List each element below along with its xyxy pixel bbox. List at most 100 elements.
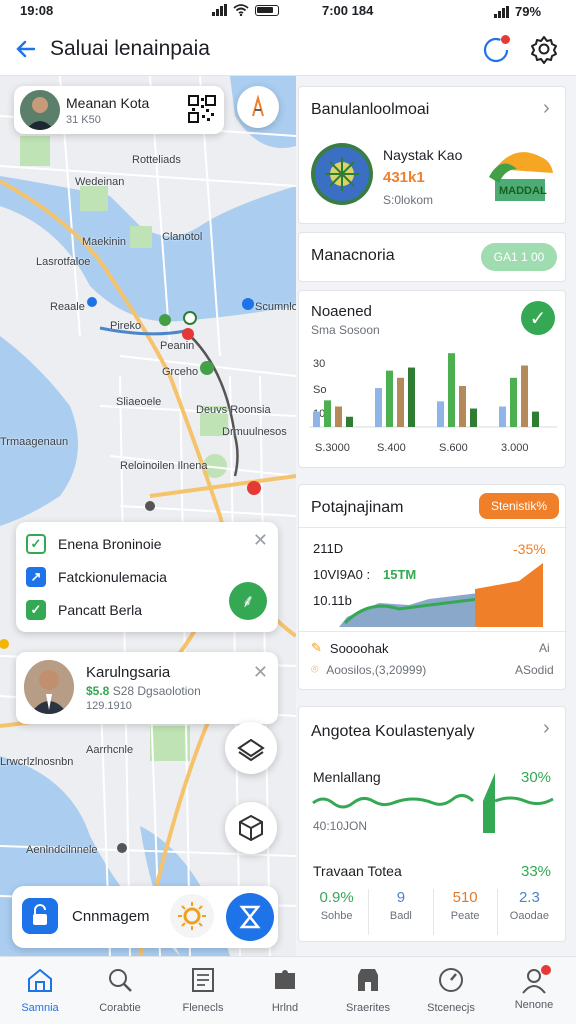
chart-bar <box>470 408 477 427</box>
box-icon <box>239 814 263 842</box>
close-icon[interactable]: ✕ <box>253 662 268 683</box>
map-label: Lasrotfaloe <box>36 256 91 268</box>
map-label: Maekinin <box>82 236 127 248</box>
status-icons-left <box>212 4 279 16</box>
checklist-item[interactable]: ✓ Enena Broninoie <box>26 534 162 554</box>
checklist-label: Pancatt Berla <box>58 602 143 618</box>
check-circle-icon[interactable]: ✓ <box>521 301 555 335</box>
nav-item-speed[interactable]: Stcenecjs <box>411 963 491 1014</box>
status-badge[interactable]: GA1 1 00 <box>481 243 557 271</box>
x-tick-label: S.3000 <box>315 442 350 454</box>
map-label: Peanin <box>160 340 195 352</box>
panel-value: 431k1 <box>383 169 425 186</box>
nav-item-search[interactable]: Corabtie <box>80 963 160 1014</box>
person-sub: 129.1910 <box>86 700 132 712</box>
chart-bar <box>499 406 506 427</box>
chevron-right-icon[interactable]: › <box>543 717 550 740</box>
action-bar-label: Cnnmagem <box>72 908 150 925</box>
nav-label: Flenecls <box>182 1002 224 1014</box>
hourglass-button[interactable] <box>226 893 274 941</box>
back-arrow-icon[interactable] <box>12 35 40 63</box>
lock-icon <box>33 904 47 925</box>
chart-bar <box>448 353 455 427</box>
nav-item-store[interactable]: Sraerites <box>328 963 408 1014</box>
nav-label: Hrlnd <box>271 1002 299 1014</box>
leaf-action-button[interactable]: ⸙ <box>229 582 267 620</box>
category-panel[interactable]: Manacnoria GA1 1 00 <box>298 232 566 282</box>
signal-icon <box>494 5 509 18</box>
map-label: Trmaagenaun <box>0 436 69 448</box>
compass-button[interactable] <box>237 86 279 128</box>
map-label: Clanotol <box>162 231 203 243</box>
x-tick-label: S.600 <box>439 442 468 454</box>
box-button[interactable] <box>225 802 277 854</box>
chart-bar <box>510 377 517 427</box>
chart-bar <box>313 411 320 427</box>
profile-card[interactable]: Meanan Kota 31 K50 <box>14 86 224 134</box>
lock-button[interactable] <box>22 898 58 934</box>
panel-sub: S:0lokom <box>383 193 434 207</box>
settings-gear-icon[interactable] <box>528 33 560 65</box>
chart-bar <box>437 401 444 427</box>
stat-value: 510 <box>452 889 478 906</box>
nav-item-home[interactable]: Samnia <box>0 963 80 1014</box>
sun-icon <box>178 902 206 930</box>
x-tick-label: 3.000 <box>501 442 529 454</box>
nav-label: Samnia <box>21 1002 59 1014</box>
map-label: Aenlndcilnnele <box>26 844 98 856</box>
map-label: Grceho <box>162 366 199 378</box>
nav-item-plugins[interactable]: Hrlnd <box>245 963 325 1014</box>
person-card[interactable]: Karulngsaria $5.8 S28 Dgsaolotion 129.19… <box>16 652 278 724</box>
notification-dot <box>501 35 510 44</box>
layers-button[interactable] <box>225 722 277 774</box>
leaf-icon: ⸙ <box>241 591 255 611</box>
stat-label: Oaodae <box>509 910 549 922</box>
profile-sub: 31 K50 <box>66 114 101 126</box>
stat-item: 510 Peate <box>434 889 498 935</box>
check-icon: ✓ <box>26 534 46 554</box>
map-label: Aarrhcnle <box>86 744 134 756</box>
bar-chart: 30So10S.3000S.400S.6003.000 <box>309 353 557 454</box>
analytics-panel[interactable]: Angotea Koulastenyaly › Menlallang 30% 4… <box>298 706 566 942</box>
nav-label: Sraerites <box>345 1002 391 1014</box>
chevron-right-icon[interactable]: › <box>543 97 550 120</box>
status-bar: 19:08 7:00 184 79% <box>0 0 576 22</box>
chart-title: Noaened <box>311 303 372 320</box>
nav-label: Corabtie <box>99 1002 141 1014</box>
summary-panel[interactable]: Banulanloolmoai › Naystak Kao 431k1 S:0l… <box>298 86 566 224</box>
nav-item-documents[interactable]: Flenecls <box>163 963 243 1014</box>
close-icon[interactable]: ✕ <box>253 530 268 551</box>
panel-name: Naystak Kao <box>383 147 463 163</box>
hourglass-icon <box>239 905 261 929</box>
chart-bar <box>521 365 528 427</box>
map-action-bar: Cnnmagem <box>12 886 278 948</box>
notification-button[interactable] <box>480 33 512 65</box>
person-name: Karulngsaria <box>86 664 171 681</box>
nav-item-profile[interactable]: Nenone <box>494 963 574 1011</box>
footer-value: Ai <box>539 641 550 655</box>
brand-logo-text: MADDAL <box>499 185 547 197</box>
chart-bar <box>532 411 539 427</box>
status-time: 19:08 <box>20 3 54 18</box>
bottom-navigation: Samnia Corabtie Flenecls Hrlnd Sraerites… <box>0 956 576 1024</box>
stat-label: Peate <box>450 910 480 922</box>
sun-button[interactable] <box>170 894 214 938</box>
chart-bar <box>346 416 353 427</box>
page-title: Saluai lenainpaia <box>50 37 210 60</box>
checklist-label: Fatckionulemacia <box>58 569 167 585</box>
bar-chart-panel: Noaened Sma Sosoon ✓ 30So10S.3000S.400S.… <box>298 290 566 468</box>
statistics-badge[interactable]: Stenistik% <box>479 493 559 519</box>
map-label: Reloinoilen Ilnena <box>120 460 208 472</box>
checklist-item[interactable]: ↗ Fatckionulemacia <box>26 567 167 587</box>
panel-title: Angotea Koulastenyaly <box>311 723 475 740</box>
document-icon <box>192 968 214 992</box>
footer-label: Aoosilos,(3,20999) <box>326 662 427 677</box>
qr-code-icon[interactable] <box>188 95 216 123</box>
person-price: $5.8 <box>86 684 110 698</box>
y-tick-label: So <box>313 384 326 396</box>
stat-row-value: -35% <box>513 541 546 557</box>
checklist-item[interactable]: ✓ Pancatt Berla <box>26 600 142 620</box>
app-header: Saluai lenainpaia <box>0 22 576 76</box>
notification-dot <box>541 965 551 975</box>
compass-icon <box>252 94 264 117</box>
